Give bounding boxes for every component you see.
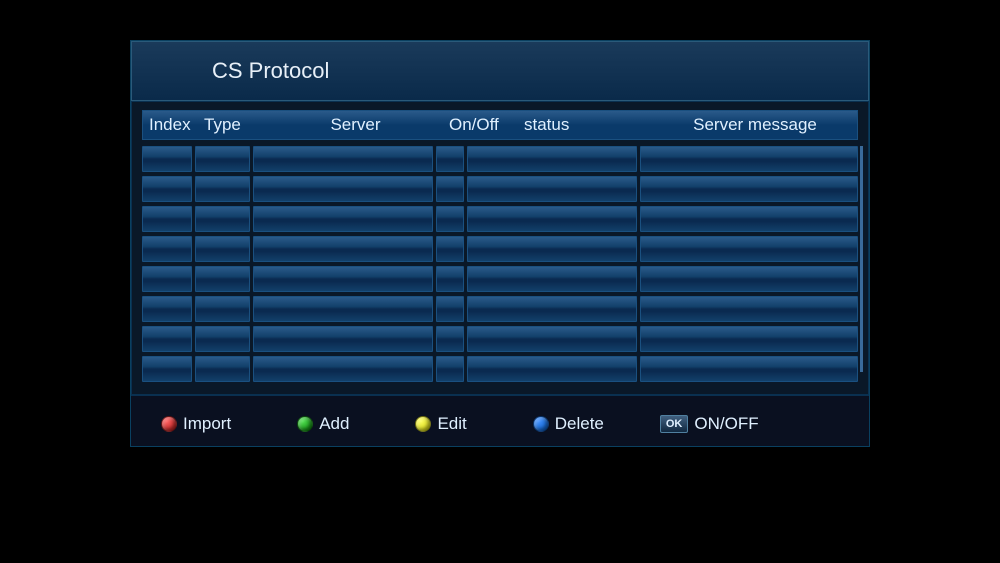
table-row[interactable] xyxy=(142,356,858,382)
cell-onoff xyxy=(436,326,464,352)
table-row[interactable] xyxy=(142,206,858,232)
cell-status xyxy=(467,356,637,382)
edit-button[interactable]: Edit xyxy=(415,414,466,434)
cell-status xyxy=(467,236,637,262)
cell-msg xyxy=(640,236,858,262)
header-status: status xyxy=(518,115,653,135)
cell-type xyxy=(195,206,250,232)
cell-type xyxy=(195,236,250,262)
cell-server xyxy=(253,206,433,232)
table-row[interactable] xyxy=(142,176,858,202)
cell-onoff xyxy=(436,176,464,202)
header-server: Server xyxy=(268,115,443,135)
onoff-button[interactable]: OK ON/OFF xyxy=(660,414,759,434)
cell-index xyxy=(142,356,192,382)
table-row[interactable] xyxy=(142,266,858,292)
cell-type xyxy=(195,146,250,172)
cell-onoff xyxy=(436,266,464,292)
add-label: Add xyxy=(319,414,349,434)
server-table: Index Type Server On/Off status Server m… xyxy=(142,110,858,382)
cell-msg xyxy=(640,146,858,172)
page-title: CS Protocol xyxy=(131,41,869,101)
yellow-dot-icon xyxy=(415,416,431,432)
cell-msg xyxy=(640,176,858,202)
cell-type xyxy=(195,326,250,352)
ok-badge-icon: OK xyxy=(660,415,689,433)
cell-msg xyxy=(640,266,858,292)
action-bar: Import Add Edit Delete OK ON/OFF xyxy=(131,395,869,446)
cell-msg xyxy=(640,326,858,352)
header-index: Index xyxy=(143,115,198,135)
cell-index xyxy=(142,236,192,262)
delete-button[interactable]: Delete xyxy=(533,414,604,434)
delete-label: Delete xyxy=(555,414,604,434)
cell-server xyxy=(253,296,433,322)
import-label: Import xyxy=(183,414,231,434)
table-row[interactable] xyxy=(142,236,858,262)
cell-onoff xyxy=(436,236,464,262)
cell-server xyxy=(253,356,433,382)
cell-server xyxy=(253,176,433,202)
content-area: Index Type Server On/Off status Server m… xyxy=(131,101,869,395)
header-type: Type xyxy=(198,115,268,135)
blue-dot-icon xyxy=(533,416,549,432)
cell-msg xyxy=(640,356,858,382)
cell-server xyxy=(253,236,433,262)
cell-status xyxy=(467,266,637,292)
red-dot-icon xyxy=(161,416,177,432)
cell-index xyxy=(142,266,192,292)
edit-label: Edit xyxy=(437,414,466,434)
cell-index xyxy=(142,206,192,232)
cell-type xyxy=(195,266,250,292)
cell-index xyxy=(142,326,192,352)
cell-status xyxy=(467,206,637,232)
table-row[interactable] xyxy=(142,326,858,352)
add-button[interactable]: Add xyxy=(297,414,349,434)
green-dot-icon xyxy=(297,416,313,432)
cell-type xyxy=(195,296,250,322)
import-button[interactable]: Import xyxy=(161,414,231,434)
table-header: Index Type Server On/Off status Server m… xyxy=(142,110,858,140)
table-body xyxy=(142,146,858,382)
cell-status xyxy=(467,326,637,352)
onoff-label: ON/OFF xyxy=(694,414,758,434)
cell-onoff xyxy=(436,206,464,232)
cell-status xyxy=(467,296,637,322)
scrollbar[interactable] xyxy=(860,146,863,372)
cell-type xyxy=(195,176,250,202)
table-row[interactable] xyxy=(142,296,858,322)
cell-onoff xyxy=(436,356,464,382)
cs-protocol-panel: CS Protocol Index Type Server On/Off sta… xyxy=(130,40,870,447)
cell-server xyxy=(253,266,433,292)
cell-index xyxy=(142,146,192,172)
header-onoff: On/Off xyxy=(443,115,518,135)
cell-index xyxy=(142,296,192,322)
cell-index xyxy=(142,176,192,202)
cell-server xyxy=(253,146,433,172)
header-message: Server message xyxy=(653,115,857,135)
cell-status xyxy=(467,176,637,202)
cell-msg xyxy=(640,296,858,322)
cell-server xyxy=(253,326,433,352)
cell-type xyxy=(195,356,250,382)
cell-onoff xyxy=(436,146,464,172)
cell-status xyxy=(467,146,637,172)
table-row[interactable] xyxy=(142,146,858,172)
cell-onoff xyxy=(436,296,464,322)
cell-msg xyxy=(640,206,858,232)
